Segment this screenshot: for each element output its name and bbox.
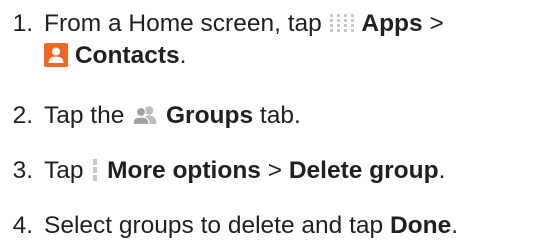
- step-2: 2. Tap the Groups tab.: [0, 100, 301, 132]
- step-4: 4. Select groups to delete and tap Done.: [0, 210, 458, 242]
- step-end: .: [451, 212, 459, 239]
- step-number: 2.: [12, 102, 33, 129]
- delete-group-label: Delete group: [288, 157, 439, 184]
- step-text: Select groups to delete and tap Done.: [44, 210, 458, 242]
- step-text: From a Home screen, tap Apps > Contacts.: [44, 8, 444, 72]
- step-text-prefix: Select groups to delete and tap: [44, 212, 390, 239]
- step-text-prefix: Tap the: [44, 102, 132, 129]
- groups-label: Groups: [166, 102, 254, 129]
- step-line-2: Contacts.: [44, 40, 444, 72]
- contacts-label: Contacts: [74, 42, 180, 69]
- step-end: .: [438, 157, 446, 184]
- step-text: Tap More options > Delete group.: [44, 155, 445, 187]
- step-3: 3. Tap More options > Delete group.: [0, 155, 446, 187]
- menu-separator: >: [422, 10, 444, 37]
- menu-separator: >: [260, 157, 289, 184]
- groups-icon: [131, 105, 159, 125]
- step-line-1: From a Home screen, tap Apps >: [44, 8, 444, 40]
- step-text-prefix: From a Home screen, tap: [44, 10, 329, 37]
- step-number: 3.: [12, 157, 33, 184]
- more-options-label: More options: [107, 157, 261, 184]
- apps-label: Apps: [361, 10, 423, 37]
- contacts-icon: [44, 42, 68, 67]
- step-text: Tap the Groups tab.: [44, 100, 301, 132]
- done-label: Done: [389, 212, 452, 239]
- step-number: 1.: [12, 10, 33, 37]
- apps-icon: [329, 13, 355, 33]
- more-options-icon: [90, 158, 100, 182]
- step-text-suffix: tab.: [253, 102, 301, 129]
- step-1: 1. From a Home screen, tap Apps > Contac…: [0, 8, 444, 72]
- step-number: 4.: [12, 212, 33, 239]
- step-end: .: [179, 42, 187, 69]
- step-text-prefix: Tap: [44, 157, 91, 184]
